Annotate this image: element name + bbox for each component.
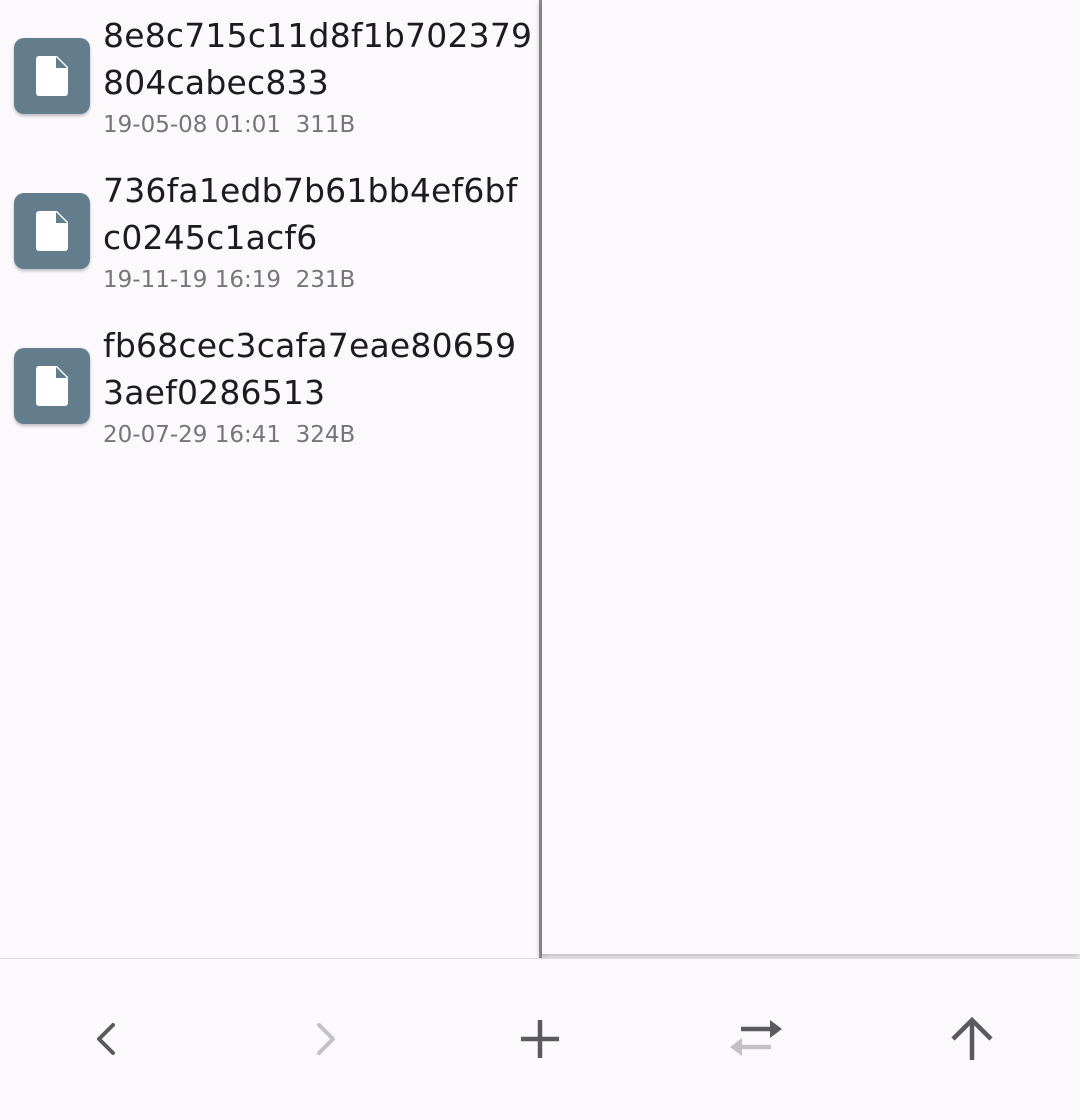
list-item[interactable]: 736fa1edb7b61bb4ef6bfc0245c1acf6 19-11-1…	[0, 155, 540, 310]
file-meta: 20-07-29 16:41 324B	[103, 419, 355, 451]
file-meta: 19-05-08 01:01 311B	[103, 109, 355, 141]
file-date: 19-11-19 16:19	[103, 267, 281, 293]
plus-icon	[521, 1020, 559, 1058]
bottom-toolbar	[0, 958, 1080, 1120]
file-name: 736fa1edb7b61bb4ef6bfc0245c1acf6	[103, 171, 518, 257]
file-icon	[14, 348, 90, 424]
list-item[interactable]: fb68cec3cafa7eae806593aef0286513 20-07-2…	[0, 310, 540, 465]
file-meta: 19-11-19 16:19 231B	[103, 264, 355, 296]
file-size: 311B	[295, 112, 356, 138]
arrow-up-icon	[951, 1016, 993, 1060]
list-item[interactable]: 8e8c715c11d8f1b702379804cabec833 19-05-0…	[0, 0, 540, 155]
file-date: 19-05-08 01:01	[103, 112, 281, 138]
right-file-pane[interactable]	[542, 0, 1080, 954]
file-list: 8e8c715c11d8f1b702379804cabec833 19-05-0…	[0, 0, 540, 465]
file-size: 231B	[295, 267, 356, 293]
back-button[interactable]	[68, 999, 148, 1079]
swap-arrows-icon	[730, 1020, 782, 1056]
go-up-button[interactable]	[932, 999, 1012, 1079]
file-size: 324B	[295, 422, 356, 448]
file-icon	[14, 193, 90, 269]
swap-panes-button[interactable]	[716, 999, 796, 1079]
left-file-pane[interactable]: 8e8c715c11d8f1b702379804cabec833 19-05-0…	[0, 0, 540, 958]
file-name: 8e8c715c11d8f1b702379804cabec833	[103, 16, 533, 102]
file-manager-screen: 8e8c715c11d8f1b702379804cabec833 19-05-0…	[0, 0, 1080, 1120]
forward-button[interactable]	[284, 999, 364, 1079]
file-icon	[14, 38, 90, 114]
file-date: 20-07-29 16:41	[103, 422, 281, 448]
add-button[interactable]	[500, 999, 580, 1079]
chevron-left-icon	[97, 1023, 115, 1055]
file-name: fb68cec3cafa7eae806593aef0286513	[103, 326, 517, 412]
chevron-right-icon	[317, 1023, 335, 1055]
